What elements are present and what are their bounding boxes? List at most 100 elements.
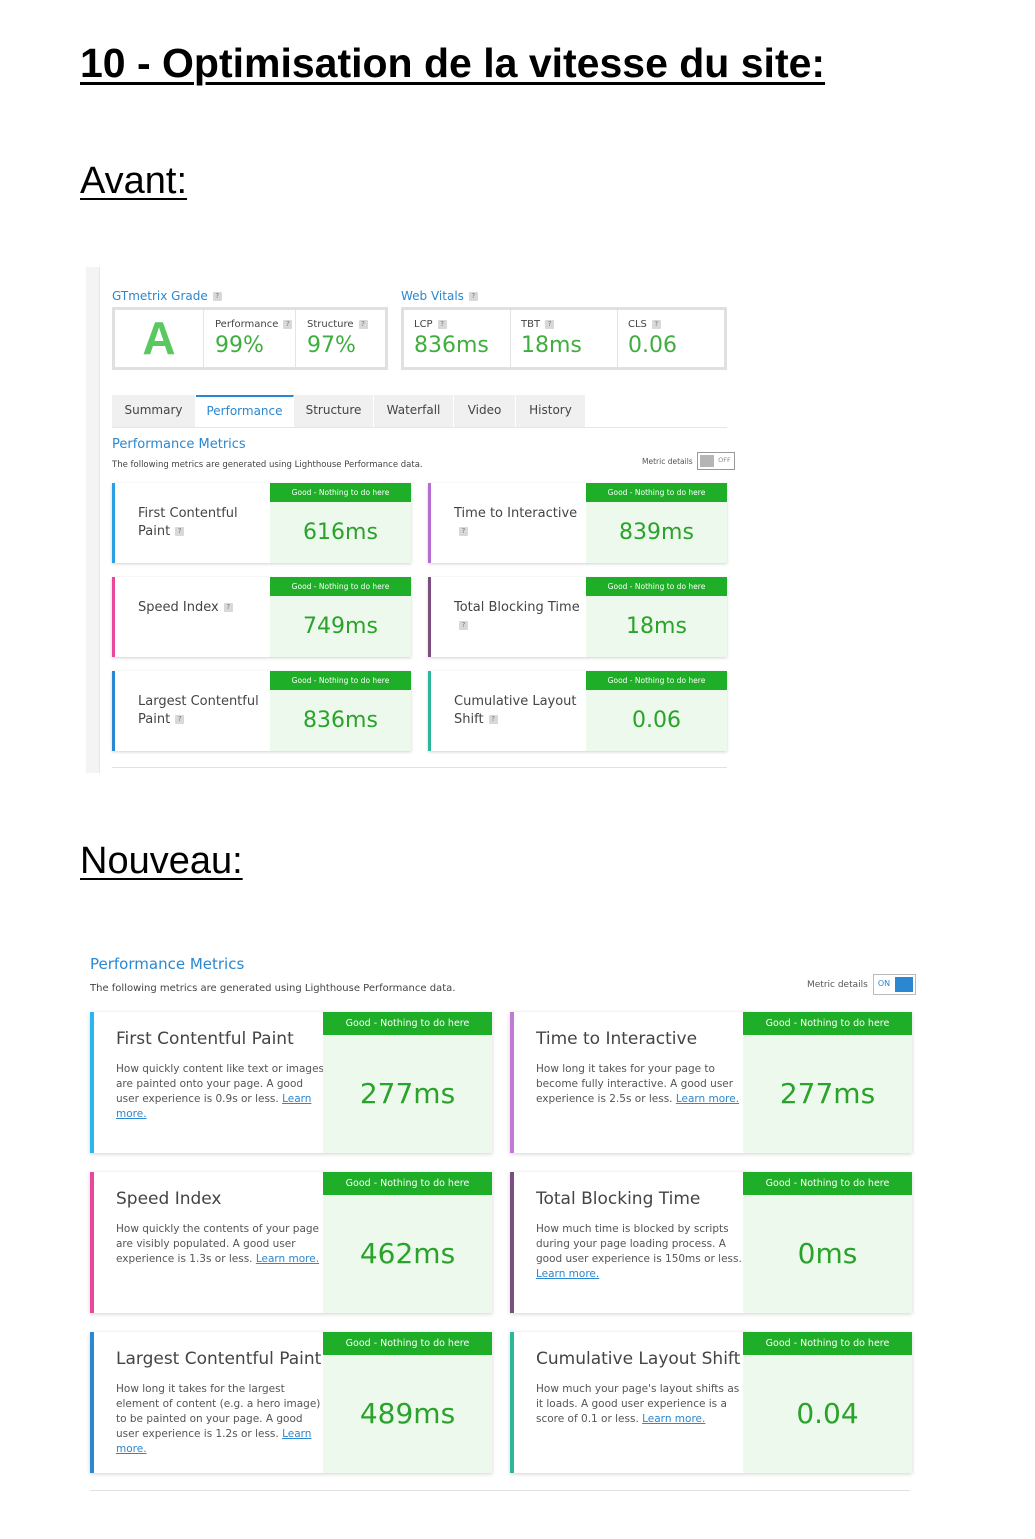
performance-score: Performance? 99% <box>205 310 296 367</box>
metric-name: Largest Contentful Paint <box>116 1349 322 1369</box>
status-badge: Good - Nothing to do here <box>743 1012 912 1035</box>
web-vitals-box: LCP? 836ms TBT? 18ms CLS? 0.06 <box>401 307 727 370</box>
tab-video[interactable]: Video <box>454 395 516 427</box>
status-badge: Good - Nothing to do here <box>270 483 411 502</box>
metric-card-speed-index: Speed Index? Good - Nothing to do here 749… <box>112 577 411 657</box>
status-badge: Good - Nothing to do here <box>270 577 411 596</box>
performance-metrics-desc: The following metrics are generated usin… <box>112 460 423 470</box>
metric-description: How long it takes for your page to becom… <box>536 1063 740 1105</box>
section-divider <box>112 767 727 768</box>
metric-value-panel: Good - Nothing to do here 0.04 <box>743 1332 912 1473</box>
performance-metrics-desc: The following metrics are generated usin… <box>90 983 456 994</box>
metric-value: 616ms <box>303 520 378 545</box>
lcp-vital: LCP? 836ms <box>404 310 511 367</box>
metric-value-panel: Good - Nothing to do here 839ms <box>586 483 727 563</box>
status-badge: Good - Nothing to do here <box>323 1332 492 1355</box>
metric-value-panel: Good - Nothing to do here 749ms <box>270 577 411 657</box>
tbt-vital: TBT? 18ms <box>511 310 618 367</box>
structure-score: Structure? 97% <box>297 310 385 367</box>
help-icon[interactable]: ? <box>437 319 447 329</box>
metric-description: How quickly the contents of your page ar… <box>116 1223 320 1265</box>
metric-card-total-blocking-time: Total Blocking Time How much time is bloc… <box>510 1172 912 1313</box>
metric-description: How much time is blocked by scripts duri… <box>536 1223 742 1280</box>
metric-name: Total Blocking Time <box>536 1189 701 1209</box>
web-vitals-label: Web Vitals? <box>401 289 478 303</box>
tab-divider <box>112 427 727 428</box>
help-icon[interactable]: ? <box>175 527 185 536</box>
metric-name: First Contentful Paint <box>116 1029 294 1049</box>
gtmetrix-grade-box: A Performance? 99% Structure? 97% <box>112 307 388 370</box>
metric-value: 489ms <box>359 1397 456 1430</box>
metric-value-panel: Good - Nothing to do here 0ms <box>743 1172 912 1313</box>
learn-more-link[interactable]: Learn more. <box>256 1253 319 1265</box>
learn-more-link[interactable]: Learn more. <box>536 1268 599 1280</box>
metric-value: 462ms <box>359 1237 456 1270</box>
metric-value: 836ms <box>303 708 378 733</box>
metric-details-label: Metric details <box>642 456 693 466</box>
tab-structure[interactable]: Structure <box>294 395 374 427</box>
metric-value: 18ms <box>626 614 687 639</box>
help-icon[interactable]: ? <box>283 319 293 329</box>
metric-value-panel: Good - Nothing to do here 616ms <box>270 483 411 563</box>
metric-value: 0.04 <box>796 1397 859 1430</box>
metric-value-panel: Good - Nothing to do here 277ms <box>323 1012 492 1153</box>
metric-name: Cumulative Layout Shift <box>536 1349 741 1369</box>
metric-value: 839ms <box>619 520 694 545</box>
gtmetrix-grade-label: GTmetrix Grade? <box>112 289 222 303</box>
learn-more-link[interactable]: Learn more. <box>676 1093 739 1105</box>
help-icon[interactable]: ? <box>488 715 498 724</box>
help-icon[interactable]: ? <box>358 319 368 329</box>
avant-heading: Avant: <box>80 160 188 202</box>
report-tabs: Summary Performance Structure Waterfall … <box>112 395 586 427</box>
help-icon[interactable]: ? <box>651 319 661 329</box>
metric-card-time-to-interactive: Time to Interactive? Good - Nothing to do… <box>428 483 727 563</box>
metric-card-first-contentful-paint: First Contentful Paint? Good - Nothing to… <box>112 483 411 563</box>
metric-details-control: Metric details ON <box>807 974 916 995</box>
tab-waterfall[interactable]: Waterfall <box>374 395 454 427</box>
learn-more-link[interactable]: Learn more. <box>642 1413 705 1425</box>
metric-name: Time to Interactive? <box>454 506 578 536</box>
metric-details-toggle[interactable]: ON <box>872 974 916 995</box>
metric-value: 0.06 <box>632 708 681 733</box>
metric-card-cumulative-layout-shift: Cumulative Layout Shift? Good - Nothing t… <box>428 671 727 751</box>
document-title: 10 - Optimisation de la vitesse du site: <box>80 40 826 86</box>
status-badge: Good - Nothing to do here <box>586 483 727 502</box>
help-icon[interactable]: ? <box>223 603 233 612</box>
status-badge: Good - Nothing to do here <box>270 671 411 690</box>
metric-description: How quickly content like text or images … <box>116 1063 324 1120</box>
performance-metrics-title: Performance Metrics <box>90 955 245 973</box>
tab-summary[interactable]: Summary <box>112 395 196 427</box>
section-divider <box>90 1490 910 1491</box>
status-badge: Good - Nothing to do here <box>586 577 727 596</box>
metric-value: 277ms <box>779 1077 876 1110</box>
cls-vital: CLS? 0.06 <box>628 319 677 358</box>
performance-metrics-title: Performance Metrics <box>112 437 246 452</box>
metric-value-panel: Good - Nothing to do here 18ms <box>586 577 727 657</box>
metric-card-first-contentful-paint: First Contentful Paint How quickly conten… <box>90 1012 492 1153</box>
metric-description: How long it takes for the largest elemen… <box>116 1383 321 1455</box>
metric-details-toggle[interactable]: OFF <box>696 452 735 470</box>
status-badge: Good - Nothing to do here <box>743 1172 912 1195</box>
metric-card-largest-contentful-paint: Largest Contentful Paint How long it take… <box>90 1332 492 1473</box>
help-icon[interactable]: ? <box>545 319 555 329</box>
metric-name: Speed Index <box>116 1189 222 1209</box>
help-icon[interactable]: ? <box>459 527 468 536</box>
metric-name: First Contentful Paint? <box>138 506 238 539</box>
metric-card-largest-contentful-paint: Largest Contentful Paint? Good - Nothing … <box>112 671 411 751</box>
tab-history[interactable]: History <box>516 395 586 427</box>
metric-name: Time to Interactive <box>536 1029 698 1049</box>
metric-value-panel: Good - Nothing to do here 836ms <box>270 671 411 751</box>
metric-name: Largest Contentful Paint? <box>138 694 259 727</box>
metric-card-total-blocking-time: Total Blocking Time? Good - Nothing to do… <box>428 577 727 657</box>
avant-screenshot: GTmetrix Grade? Web Vitals? A Performanc… <box>86 267 741 773</box>
metric-name: Speed Index? <box>138 599 266 617</box>
help-icon[interactable]: ? <box>468 292 478 301</box>
help-icon[interactable]: ? <box>212 292 222 301</box>
help-icon[interactable]: ? <box>175 715 185 724</box>
metric-name: Total Blocking Time? <box>454 600 580 630</box>
tab-performance[interactable]: Performance <box>196 395 294 427</box>
metric-value: 0ms <box>797 1237 858 1270</box>
metric-card-speed-index: Speed Index How quickly the contents of y… <box>90 1172 492 1313</box>
metric-details-label: Metric details <box>807 979 868 990</box>
help-icon[interactable]: ? <box>459 621 468 630</box>
